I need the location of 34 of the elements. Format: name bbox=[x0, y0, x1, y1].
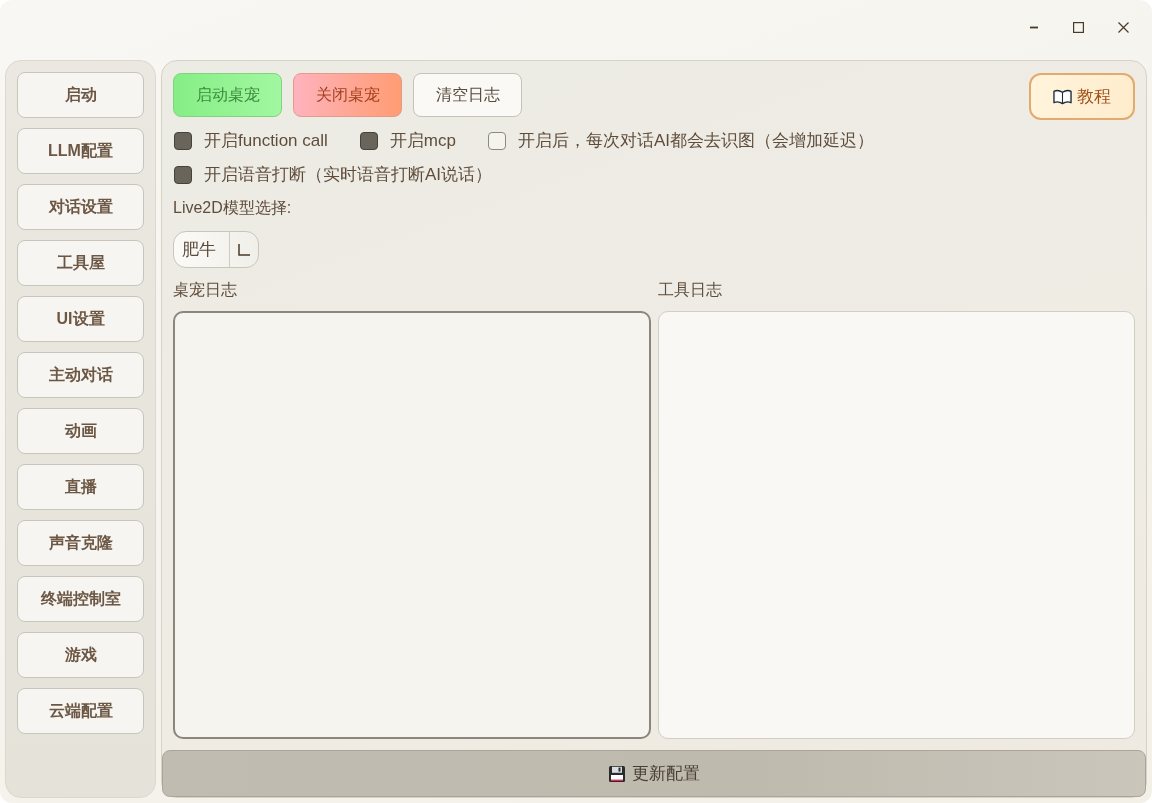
sidebar-button[interactable]: 主动对话 bbox=[17, 352, 144, 398]
sidebar-button[interactable]: 直播 bbox=[17, 464, 144, 510]
sidebar-button[interactable]: 云端配置 bbox=[17, 688, 144, 734]
stop-button[interactable]: 关闭桌宠 bbox=[293, 73, 402, 117]
sidebar-button[interactable]: 游戏 bbox=[17, 632, 144, 678]
log-title: 工具日志 bbox=[657, 280, 722, 300]
model-dropdown[interactable]: 肥牛 bbox=[173, 231, 259, 268]
checkbox-label: 开启function call bbox=[204, 130, 328, 153]
tutorial-button[interactable]: 教程 bbox=[1029, 73, 1135, 120]
log-title: 桌宠日志 bbox=[173, 280, 237, 300]
sidebar-button[interactable]: LLM配置 bbox=[17, 128, 144, 174]
sidebar-button[interactable]: 启动 bbox=[17, 72, 144, 118]
checkbox-label: 开启语音打断（实时语音打断AI说话） bbox=[204, 164, 493, 187]
sidebar-button[interactable]: UI设置 bbox=[17, 296, 144, 342]
sidebar-button[interactable]: 终端控制室 bbox=[17, 576, 144, 622]
close-icon bbox=[1118, 22, 1129, 33]
checkbox-label: 开启mcp bbox=[389, 130, 456, 153]
caret-icon bbox=[238, 243, 250, 256]
clear-log-button[interactable]: 清空日志 bbox=[413, 73, 522, 117]
checkbox[interactable] bbox=[174, 132, 192, 150]
checkbox[interactable] bbox=[487, 132, 506, 150]
sidebar-button[interactable]: 动画 bbox=[17, 408, 144, 454]
sidebar-button[interactable]: 对话设置 bbox=[17, 184, 144, 230]
book-icon bbox=[1053, 88, 1072, 105]
update-config-button[interactable]: 更新配置 bbox=[162, 750, 1146, 797]
minimize-icon bbox=[1029, 26, 1038, 29]
start-button[interactable]: 启动桌宠 bbox=[173, 73, 282, 117]
checkbox[interactable] bbox=[174, 166, 192, 184]
model-select-label: Live2D模型选择: bbox=[173, 198, 292, 218]
checkbox-label: 开启后，每次对话AI都会去识图（会增加延迟） bbox=[517, 130, 874, 153]
checkbox[interactable] bbox=[359, 132, 378, 150]
maximize-icon bbox=[1073, 22, 1084, 33]
sidebar-button[interactable]: 工具屋 bbox=[17, 240, 144, 286]
sidebar-button[interactable]: 声音克隆 bbox=[17, 520, 144, 566]
